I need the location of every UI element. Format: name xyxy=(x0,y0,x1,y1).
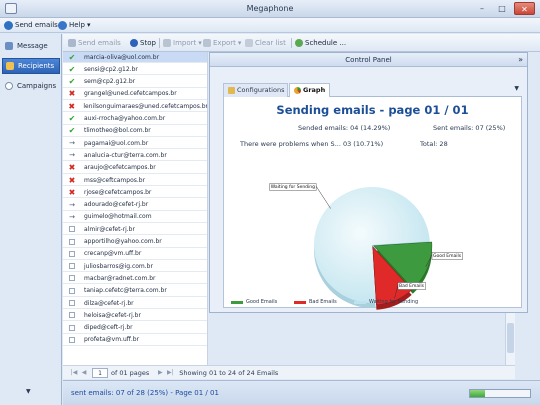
status-text: sent emails: 07 of 28 (25%) - Page 01 / … xyxy=(71,389,219,397)
callout-bad-label: Bad Emails xyxy=(399,283,425,289)
page-count-label: of 01 pages xyxy=(111,368,150,377)
callout-waiting-leader xyxy=(315,185,331,209)
pie-chart: Waiting for Sending Good Emails Bad Emails xyxy=(269,183,463,310)
page-number-input[interactable]: 1 xyxy=(92,367,108,378)
callout-waiting-label: Waiting for Sending xyxy=(271,184,315,190)
legend-waiting: Waiting for Sending xyxy=(354,299,418,305)
pager: |◀ ◀ 1 of 01 pages ▶ ▶| Showing 01 to 24… xyxy=(63,365,515,379)
legend-label-waiting: Waiting for Sending xyxy=(369,299,419,305)
callout-good-label: Good Emails xyxy=(433,253,462,259)
legend-label-good: Good Emails xyxy=(246,299,278,305)
list-scrollbar[interactable] xyxy=(505,313,515,365)
legend-good-emails: Good Emails xyxy=(231,299,277,305)
legend-swatch-waiting xyxy=(354,300,366,304)
showing-range-label: Showing 01 to 24 of 24 Emails xyxy=(179,368,279,377)
legend-swatch-bad xyxy=(294,300,306,304)
legend-label-bad: Bad Emails xyxy=(309,299,337,305)
first-page-icon[interactable]: |◀ xyxy=(69,369,79,376)
send-progress-bar xyxy=(469,389,531,398)
status-bar: sent emails: 07 of 28 (25%) - Page 01 / … xyxy=(63,380,540,405)
legend-swatch-good xyxy=(231,300,243,304)
scrollbar-thumb[interactable] xyxy=(507,323,514,353)
last-page-icon[interactable]: ▶| xyxy=(165,369,175,376)
legend-bad-emails: Bad Emails xyxy=(294,299,337,305)
prev-page-icon[interactable]: ◀ xyxy=(79,369,89,376)
progress-fill xyxy=(470,390,485,397)
next-page-icon[interactable]: ▶ xyxy=(155,369,165,376)
